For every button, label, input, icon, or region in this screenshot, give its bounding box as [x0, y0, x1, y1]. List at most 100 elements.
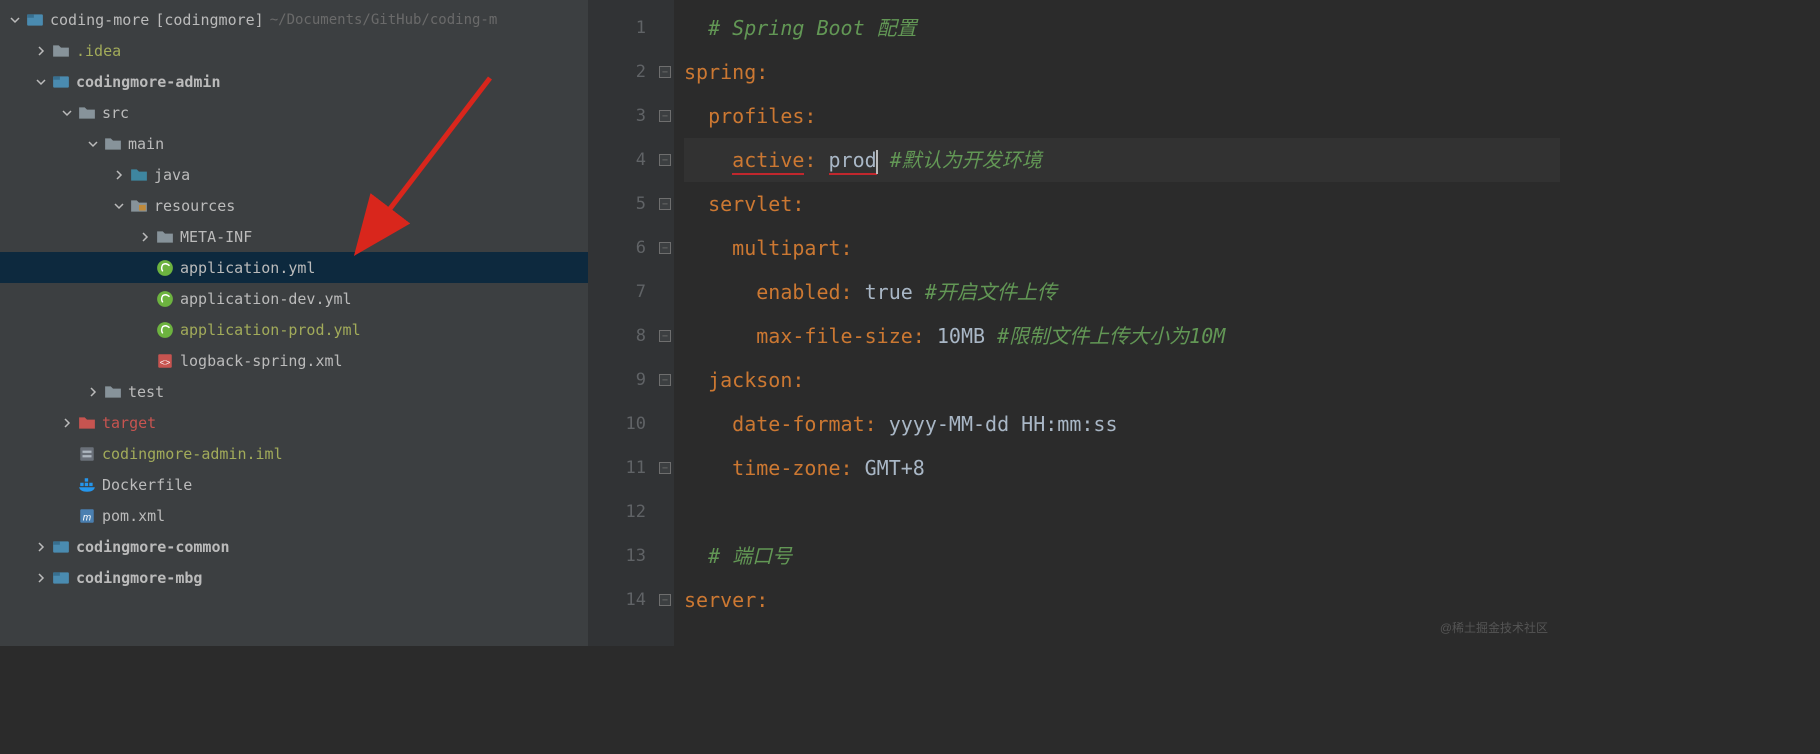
- resources-folder-icon: [130, 197, 148, 215]
- tree-item-src[interactable]: src: [0, 97, 588, 128]
- tree-label: .idea: [76, 42, 121, 60]
- chevron-down-icon[interactable]: [34, 75, 48, 89]
- chevron-right-icon[interactable]: [138, 230, 152, 244]
- maven-file-icon: m: [78, 507, 96, 525]
- chevron-right-icon[interactable]: [60, 416, 74, 430]
- chevron-down-icon[interactable]: [8, 13, 22, 27]
- code-key: server: [684, 588, 756, 612]
- chevron-right-icon[interactable]: [112, 168, 126, 182]
- folder-icon: [78, 104, 96, 122]
- tree-item-test[interactable]: test: [0, 376, 588, 407]
- tree-item-mbg[interactable]: codingmore-mbg: [0, 562, 588, 593]
- line-number: 2: [588, 50, 646, 94]
- tree-item-application-prod[interactable]: application-prod.yml: [0, 314, 588, 345]
- tree-item-main[interactable]: main: [0, 128, 588, 159]
- xml-file-icon: <>: [156, 352, 174, 370]
- chevron-right-icon[interactable]: [34, 571, 48, 585]
- tree-label: src: [102, 104, 129, 122]
- code-value: true: [865, 280, 913, 304]
- line-number: 13: [588, 534, 646, 578]
- code-comment: # Spring Boot 配置: [708, 16, 917, 40]
- line-number: 5: [588, 182, 646, 226]
- fold-icon[interactable]: −: [659, 66, 671, 78]
- code-value: yyyy-MM-dd HH:mm:ss: [889, 412, 1118, 436]
- line-number: 11: [588, 446, 646, 490]
- tree-label: codingmore-admin: [76, 73, 221, 91]
- code-value: GMT+8: [865, 456, 925, 480]
- root-path: ~/Documents/GitHub/coding-m: [270, 12, 498, 28]
- tree-label: main: [128, 135, 164, 153]
- code-comment: #限制文件上传大小为10M: [997, 324, 1225, 348]
- chevron-right-icon[interactable]: [86, 385, 100, 399]
- fold-icon[interactable]: −: [659, 594, 671, 606]
- line-number: 10: [588, 402, 646, 446]
- code-key: time-zone: [732, 456, 840, 480]
- chevron-right-icon[interactable]: [34, 540, 48, 554]
- fold-icon[interactable]: −: [659, 198, 671, 210]
- project-tree-panel[interactable]: coding-more [codingmore] ~/Documents/Git…: [0, 0, 588, 646]
- tree-root[interactable]: coding-more [codingmore] ~/Documents/Git…: [0, 4, 588, 35]
- tree-item-logback[interactable]: <> logback-spring.xml: [0, 345, 588, 376]
- folder-icon: [104, 383, 122, 401]
- module-icon: [52, 538, 70, 556]
- code-value: prod: [829, 148, 877, 175]
- tree-label: Dockerfile: [102, 476, 192, 494]
- fold-icon[interactable]: −: [659, 154, 671, 166]
- tree-label: application-dev.yml: [180, 290, 352, 308]
- code-key: spring: [684, 60, 756, 84]
- module-icon: [52, 73, 70, 91]
- chevron-down-icon[interactable]: [112, 199, 126, 213]
- folder-icon: [104, 135, 122, 153]
- folder-icon: [156, 228, 174, 246]
- tree-label: logback-spring.xml: [180, 352, 343, 370]
- tree-item-java[interactable]: java: [0, 159, 588, 190]
- tree-item-common[interactable]: codingmore-common: [0, 531, 588, 562]
- code-key: enabled: [756, 280, 840, 304]
- line-number: 4: [588, 138, 646, 182]
- tree-label: codingmore-mbg: [76, 569, 202, 587]
- code-key: date-format: [732, 412, 864, 436]
- fold-icon[interactable]: −: [659, 374, 671, 386]
- code-key: active: [732, 148, 804, 175]
- fold-icon[interactable]: −: [659, 462, 671, 474]
- fold-icon[interactable]: −: [659, 110, 671, 122]
- spring-config-icon: [156, 290, 174, 308]
- tree-item-admin[interactable]: codingmore-admin: [0, 66, 588, 97]
- text-caret: [876, 150, 878, 174]
- tree-item-application-dev[interactable]: application-dev.yml: [0, 283, 588, 314]
- tree-label: java: [154, 166, 190, 184]
- root-label: coding-more: [50, 11, 149, 29]
- tree-item-application-yml[interactable]: application.yml: [0, 252, 588, 283]
- chevron-down-icon[interactable]: [60, 106, 74, 120]
- folder-icon: [52, 42, 70, 60]
- module-icon: [26, 11, 44, 29]
- tree-item-dockerfile[interactable]: Dockerfile: [0, 469, 588, 500]
- tree-label: codingmore-common: [76, 538, 230, 556]
- tree-label: codingmore-admin.iml: [102, 445, 283, 463]
- line-number: 6: [588, 226, 646, 270]
- tree-label: resources: [154, 197, 235, 215]
- excluded-folder-icon: [78, 414, 96, 432]
- code-key: profiles: [708, 104, 804, 128]
- chevron-down-icon[interactable]: [86, 137, 100, 151]
- tree-item-iml[interactable]: codingmore-admin.iml: [0, 438, 588, 469]
- docker-file-icon: [78, 476, 96, 494]
- tree-item-resources[interactable]: resources: [0, 190, 588, 221]
- module-icon: [52, 569, 70, 587]
- tree-label: application-prod.yml: [180, 321, 361, 339]
- code-editor[interactable]: 1 2 3 4 5 6 7 8 9 10 11 12 13 14 − − − −…: [588, 0, 1560, 646]
- code-comment: #默认为开发环境: [890, 148, 1042, 172]
- tree-label: test: [128, 383, 164, 401]
- fold-icon[interactable]: −: [659, 330, 671, 342]
- tree-item-target[interactable]: target: [0, 407, 588, 438]
- chevron-right-icon[interactable]: [34, 44, 48, 58]
- line-number: 8: [588, 314, 646, 358]
- tree-label: pom.xml: [102, 507, 165, 525]
- tree-item-idea[interactable]: .idea: [0, 35, 588, 66]
- tree-item-metainf[interactable]: META-INF: [0, 221, 588, 252]
- spring-config-icon: [156, 321, 174, 339]
- svg-text:m: m: [83, 512, 91, 523]
- code-area[interactable]: # Spring Boot 配置 spring: profiles: activ…: [674, 0, 1560, 646]
- fold-icon[interactable]: −: [659, 242, 671, 254]
- tree-item-pom[interactable]: m pom.xml: [0, 500, 588, 531]
